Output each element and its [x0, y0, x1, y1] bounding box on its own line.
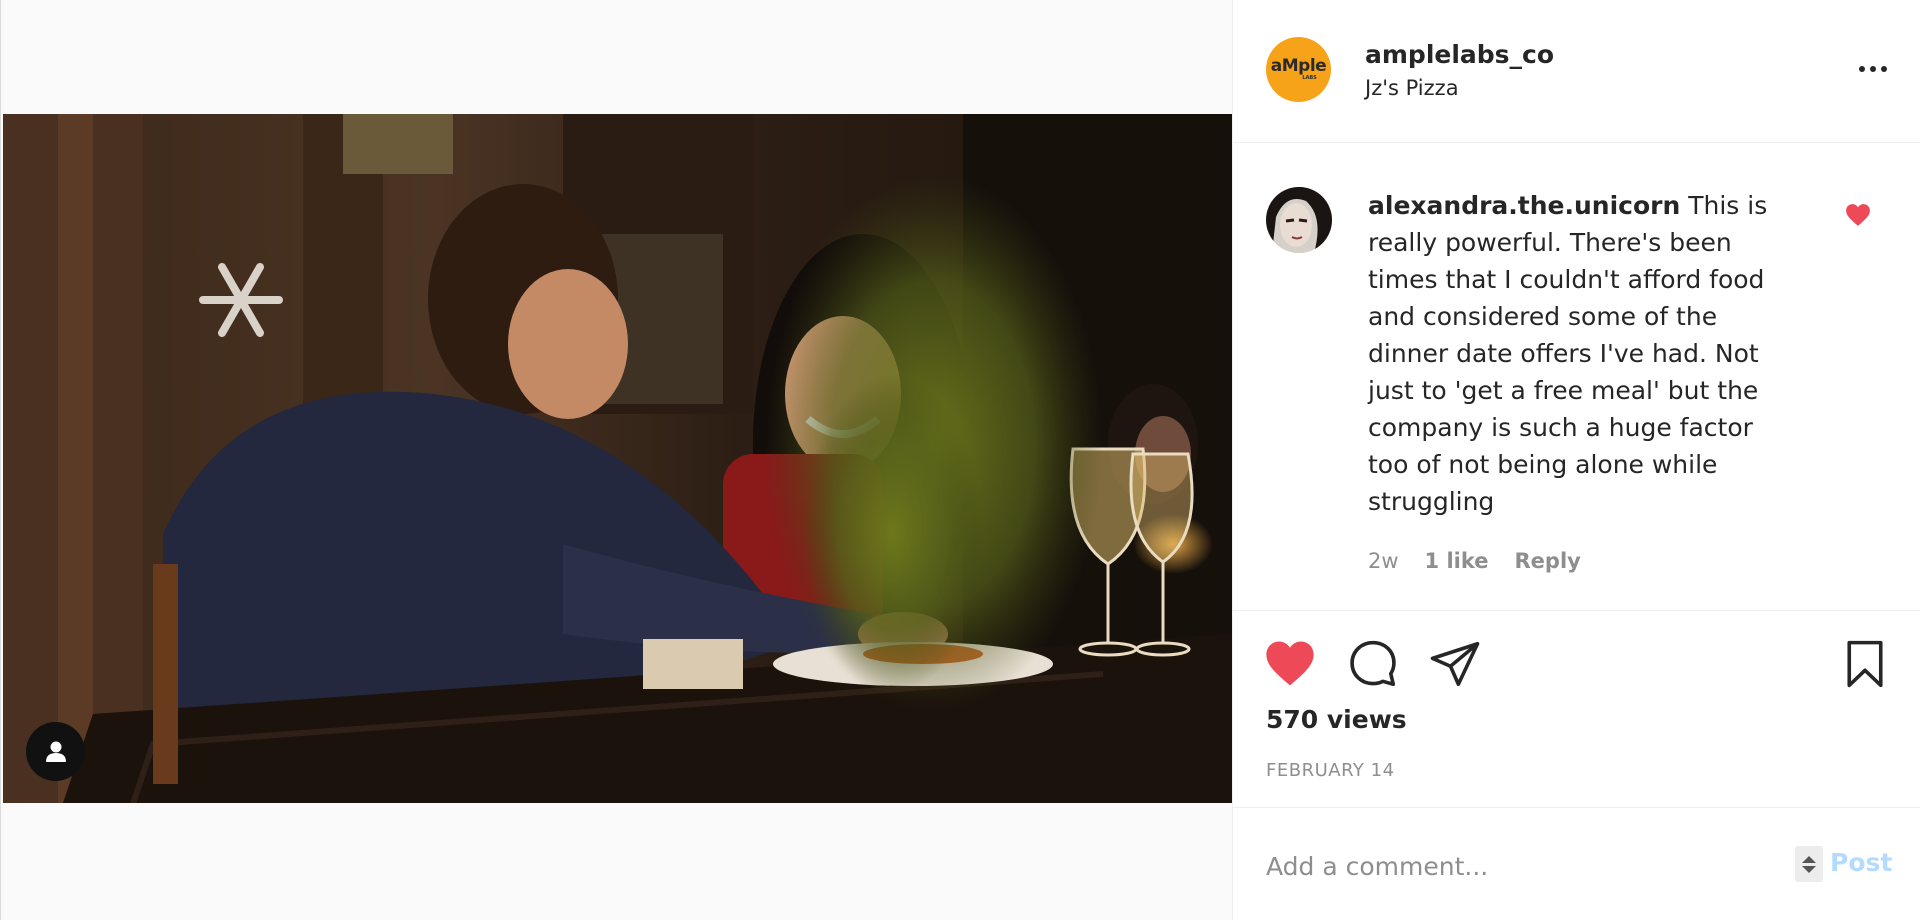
comment-age[interactable]: 2w: [1368, 549, 1399, 573]
save-button[interactable]: [1838, 637, 1892, 691]
comment-meta: 2w 1 like Reply: [1368, 549, 1581, 573]
speech-bubble-icon: [1350, 640, 1396, 687]
commenter-avatar-image: [1266, 187, 1332, 253]
input-stepper[interactable]: [1795, 846, 1823, 882]
add-comment-bar: Post: [1233, 808, 1920, 920]
post-date[interactable]: FEBRUARY 14: [1266, 760, 1395, 781]
media-pane: [0, 0, 1232, 920]
video-player[interactable]: [3, 114, 1232, 803]
comment-input[interactable]: [1266, 844, 1826, 888]
person-icon: [45, 741, 66, 762]
comment-button[interactable]: [1346, 637, 1400, 691]
more-dot-icon: [1881, 66, 1887, 72]
comment-username[interactable]: alexandra.the.unicorn: [1368, 191, 1680, 220]
comment-reply-button[interactable]: Reply: [1515, 549, 1581, 573]
post-header: aMple LABS amplelabs_co Jz's Pizza: [1233, 0, 1920, 143]
stepper-down-icon: [1802, 865, 1816, 873]
post-side-panel: aMple LABS amplelabs_co Jz's Pizza alexa…: [1232, 0, 1920, 920]
heart-filled-icon: [1266, 641, 1314, 686]
avatar-logo-text: aMple: [1270, 56, 1327, 76]
stepper-up-icon: [1802, 855, 1816, 863]
share-button[interactable]: [1428, 637, 1482, 691]
post-location[interactable]: Jz's Pizza: [1365, 76, 1459, 100]
view-count[interactable]: 570 views: [1266, 705, 1407, 734]
paper-plane-icon: [1430, 641, 1480, 687]
author-username[interactable]: amplelabs_co: [1365, 40, 1554, 69]
avatar-logo-subtext: LABS: [1302, 75, 1317, 81]
heart-filled-icon: [1846, 204, 1870, 226]
comment-body: alexandra.the.unicorn This is really pow…: [1368, 187, 1798, 520]
more-dot-icon: [1859, 66, 1865, 72]
bookmark-icon: [1847, 640, 1883, 688]
comment-likes-count[interactable]: 1 like: [1425, 549, 1489, 573]
post-actions: 570 views FEBRUARY 14: [1233, 612, 1920, 808]
commenter-avatar[interactable]: [1266, 187, 1332, 253]
post-comment-button[interactable]: Post: [1830, 848, 1892, 877]
more-options-button[interactable]: [1853, 56, 1893, 82]
more-dot-icon: [1870, 66, 1876, 72]
comments-section: alexandra.the.unicorn This is really pow…: [1233, 143, 1920, 611]
like-button[interactable]: [1263, 637, 1317, 691]
comment-text: This is really powerful. There's been ti…: [1368, 191, 1768, 516]
author-avatar[interactable]: aMple LABS: [1266, 37, 1331, 102]
video-frame-still: [3, 114, 1232, 803]
comment-like-button[interactable]: [1845, 203, 1877, 233]
tagged-users-button[interactable]: [26, 722, 85, 781]
